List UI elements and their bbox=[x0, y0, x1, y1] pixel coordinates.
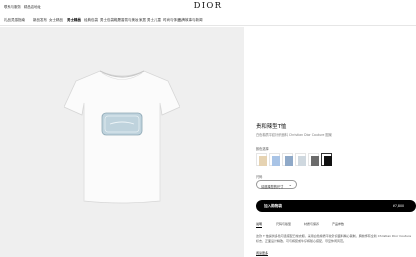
product-image-gallery[interactable] bbox=[0, 27, 244, 257]
top-utility-bar: 联系与服务 精品店地址 DIOR bbox=[0, 0, 416, 14]
nav-item-home[interactable]: 家居 bbox=[139, 18, 146, 23]
nav-item-gifts[interactable]: 礼品灵感指南 bbox=[4, 18, 25, 23]
nav-item-new[interactable]: 新品发布 bbox=[33, 18, 47, 23]
size-select-value: 请选择您的尺寸 bbox=[261, 184, 284, 189]
nav-item-men-shoes[interactable]: 男士包袋鞋履 bbox=[100, 18, 121, 23]
size-select[interactable]: 请选择您的尺寸 ⌄ bbox=[256, 180, 297, 189]
product-details-panel: 贵和辣型T恤 白色棉质平纹针织面料 Christian Dior Couture… bbox=[252, 27, 416, 257]
dior-logo[interactable]: DIOR bbox=[194, 1, 223, 11]
nav-item-kids[interactable]: 男士儿童 bbox=[147, 18, 161, 23]
chevron-down-icon: ⌄ bbox=[288, 182, 292, 188]
detail-tabs: 说明 尺码与版型 材质与保养 产品参数 bbox=[256, 222, 416, 228]
size-label: 尺码 bbox=[256, 175, 263, 179]
boutique-link[interactable]: 精品店地址 bbox=[24, 4, 41, 9]
tab-material-care[interactable]: 材质与保养 bbox=[304, 222, 319, 226]
tshirt-thumbnail-icon bbox=[258, 155, 267, 166]
nav-item-women[interactable]: 女士精品 bbox=[49, 18, 63, 23]
nav-item-stories[interactable]: 品牌故事与新闻 bbox=[178, 18, 203, 23]
swatch-blue[interactable] bbox=[282, 153, 293, 166]
swatch-pale-blue-grey[interactable] bbox=[295, 153, 306, 166]
tshirt-thumbnail-icon bbox=[310, 155, 319, 166]
nav-item-beauty[interactable]: 香氛与美妆 bbox=[121, 18, 139, 23]
contact-link[interactable]: 联系与服务 bbox=[4, 4, 21, 9]
tshirt-thumbnail-icon bbox=[271, 155, 280, 166]
product-price: ¥7,800 bbox=[392, 203, 404, 208]
product-title: 贵和辣型T恤 bbox=[256, 124, 287, 130]
read-more-link[interactable]: 阅读更多 bbox=[256, 251, 268, 255]
tab-size-fit[interactable]: 尺码与版型 bbox=[276, 222, 291, 226]
swatch-light-blue[interactable] bbox=[269, 153, 280, 166]
tab-specs[interactable]: 产品参数 bbox=[332, 222, 344, 226]
add-to-cart-button[interactable]: 加入购物袋 ¥7,800 bbox=[256, 200, 416, 212]
nav-item-bags[interactable]: 经典包袋 bbox=[84, 18, 98, 23]
product-description: 这款 T 恤提供多色可选搭配日常衣橱，采用白色棉质平纹针织面料精心裁制，胸前饰有… bbox=[256, 234, 412, 243]
tshirt-thumbnail-icon bbox=[323, 155, 332, 166]
tshirt-image bbox=[64, 70, 180, 204]
main-navigation: 礼品灵感指南 新品发布 女士精品 男士精品 经典包袋 男士包袋鞋履 香氛与美妆 … bbox=[0, 14, 416, 26]
swatch-grey[interactable] bbox=[308, 153, 319, 166]
tab-description[interactable]: 说明 bbox=[256, 222, 263, 228]
add-to-cart-label: 加入购物袋 bbox=[264, 203, 282, 208]
tshirt-thumbnail-icon bbox=[297, 155, 306, 166]
swatch-black[interactable] bbox=[321, 153, 332, 166]
tshirt-thumbnail-icon bbox=[284, 155, 293, 166]
nav-item-men[interactable]: 男士精品 bbox=[67, 18, 81, 23]
color-label: 颜色选择 bbox=[256, 147, 269, 151]
product-subtitle: 白色棉质平纹针织面料 Christian Dior Couture 图案 bbox=[256, 133, 332, 137]
swatch-beige[interactable] bbox=[256, 153, 267, 166]
